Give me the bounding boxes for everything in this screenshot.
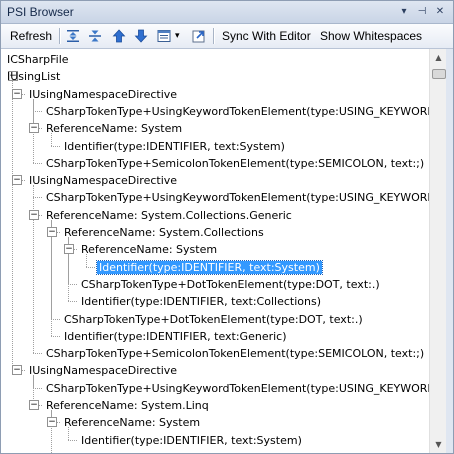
sync-with-editor-button[interactable]: Sync With Editor [222, 29, 311, 43]
vertical-scrollbar[interactable]: ▲ ▼ [429, 49, 447, 453]
tree-node[interactable]: CSharpTokenType+UsingKeywordTokenElement… [44, 103, 429, 120]
tree-expander-icon[interactable]: − [12, 175, 22, 185]
tree-node[interactable]: Identifier(type:IDENTIFIER, text:Collect… [79, 293, 323, 310]
tree-node[interactable]: CSharpTokenType+DotTokenElement(type:DOT… [62, 449, 365, 453]
show-whitespaces-button[interactable]: Show Whitespaces [320, 29, 422, 43]
tree-node-label: CSharpTokenType+DotTokenElement(type:DOT… [64, 313, 363, 326]
tree-node-label: ReferenceName: System [81, 243, 218, 256]
toolbar-separator [213, 28, 214, 44]
tree-node-label: Identifier(type:IDENTIFIER, text:Generic… [64, 330, 287, 343]
tree-node[interactable]: IUsingNamespaceDirective [27, 86, 179, 103]
tree-connector [51, 146, 60, 147]
tree-node[interactable]: CSharpTokenType+DotTokenElement(type:DOT… [79, 276, 382, 293]
tree-node-label: IUsingList [7, 70, 61, 83]
tree-node[interactable]: ReferenceName: System.Collections [62, 224, 266, 241]
tree-node[interactable]: Identifier(type:IDENTIFIER, text:Generic… [62, 328, 289, 345]
toolbar: Refresh ▾ Sync With Editor Show Whitespa… [1, 24, 453, 49]
scroll-down-icon[interactable]: ▼ [430, 436, 447, 453]
tree-expander-icon[interactable]: − [29, 123, 39, 133]
tree-node[interactable]: ReferenceName: System.Linq [44, 397, 211, 414]
arrow-down-icon[interactable] [133, 28, 149, 44]
tree-node-label: CSharpTokenType+UsingKeywordTokenElement… [46, 191, 429, 204]
tree-node[interactable]: Identifier(type:IDENTIFIER, text:System) [62, 138, 287, 155]
psi-browser-window: PSI Browser ▾ ⊣ ✕ Refresh ▾ Sync With Ed… [0, 0, 454, 454]
window-title: PSI Browser [7, 5, 74, 19]
tree-connector [33, 111, 42, 112]
tree-node[interactable]: ReferenceName: System [62, 414, 202, 431]
close-icon[interactable]: ✕ [433, 5, 447, 19]
tree-node[interactable]: IUsingNamespaceDirective [27, 172, 179, 189]
arrow-up-icon[interactable] [111, 28, 127, 44]
tree-connector [68, 301, 77, 302]
scroll-thumb[interactable] [432, 69, 446, 79]
tree-connector [33, 388, 42, 389]
tree-node-label: IUsingNamespaceDirective [29, 174, 178, 187]
tree-node-label: CSharpTokenType+SemicolonTokenElement(ty… [46, 347, 425, 360]
tree-node[interactable]: CSharpTokenType+UsingKeywordTokenElement… [44, 380, 429, 397]
window-frame-edge [446, 49, 453, 453]
view-icon[interactable] [156, 28, 172, 44]
tree-expander-icon[interactable]: − [64, 244, 74, 254]
tree-node[interactable]: CSharpTokenType+SemicolonTokenElement(ty… [44, 345, 426, 362]
tree-node-label: ReferenceName: System.Collections [64, 226, 264, 239]
tree-node-label: Identifier(type:IDENTIFIER, text:System) [96, 260, 323, 275]
tree-node[interactable]: Identifier(type:IDENTIFIER, text:System) [79, 432, 304, 449]
tree-node[interactable]: CSharpTokenType+SemicolonTokenElement(ty… [44, 155, 426, 172]
collapse-all-icon[interactable] [87, 28, 103, 44]
tree-expander-icon[interactable]: − [29, 210, 39, 220]
tree-expander-icon[interactable]: − [12, 365, 22, 375]
tree-node-label: IUsingNamespaceDirective [29, 88, 178, 101]
tree-node[interactable]: ICSharpFile [5, 51, 71, 68]
tree-node-label: ReferenceName: System.Linq [46, 399, 209, 412]
tree-node-label: Identifier(type:IDENTIFIER, text:System) [64, 140, 285, 153]
tree-node-label: CSharpTokenType+UsingKeywordTokenElement… [46, 105, 429, 118]
tree-node[interactable]: ReferenceName: System [79, 241, 219, 258]
tree-node[interactable]: IUsingList [5, 68, 62, 85]
tree-connector [33, 197, 42, 198]
tree-expander-icon[interactable]: − [47, 227, 57, 237]
toolbar-separator [59, 28, 60, 44]
psi-tree[interactable]: ICSharpFile − IUsingList − IUsingNamespaceDi… [1, 49, 429, 453]
view-dropdown-icon[interactable]: ▾ [175, 30, 180, 41]
tree-connector [51, 336, 60, 337]
title-bar[interactable]: PSI Browser ▾ ⊣ ✕ [1, 1, 453, 24]
pin-icon[interactable]: ⊣ [415, 5, 429, 19]
tree-node[interactable]: CSharpTokenType+DotTokenElement(type:DOT… [62, 311, 365, 328]
tree-connector [33, 163, 42, 164]
tree-connector [33, 353, 42, 354]
tree-node[interactable]: Identifier(type:IDENTIFIER, text:System) [96, 259, 323, 276]
tree-connector [86, 267, 95, 268]
tree-node[interactable]: CSharpTokenType+UsingKeywordTokenElement… [44, 189, 429, 206]
tree-node-label: ReferenceName: System [46, 122, 183, 135]
tree-node-label: CSharpTokenType+SemicolonTokenElement(ty… [46, 157, 425, 170]
tree-connector [68, 440, 77, 441]
tree-connector [68, 284, 77, 285]
tree-node[interactable]: ReferenceName: System.Collections.Generi… [44, 207, 294, 224]
tree-node-label: CSharpTokenType+DotTokenElement(type:DOT… [81, 278, 380, 291]
refresh-button[interactable]: Refresh [10, 29, 52, 43]
tree-expander-icon[interactable]: − [47, 417, 57, 427]
tree-expander-icon[interactable]: − [12, 89, 22, 99]
tree-node-label: ReferenceName: System.Collections.Generi… [46, 209, 292, 222]
tree-node-label: CSharpTokenType+DotTokenElement(type:DOT… [62, 451, 365, 453]
tree-expander-icon[interactable]: − [29, 400, 39, 410]
tree-node-label: ReferenceName: System [64, 416, 201, 429]
window-menu-icon[interactable]: ▾ [397, 5, 411, 19]
goto-icon[interactable] [191, 28, 207, 44]
tree-node[interactable]: IUsingNamespaceDirective [27, 362, 179, 379]
tree-node-label: IUsingNamespaceDirective [29, 364, 178, 377]
tree-node-label: ICSharpFile [7, 53, 69, 66]
tree-node-label: Identifier(type:IDENTIFIER, text:System) [81, 434, 302, 447]
tree-node-label: Identifier(type:IDENTIFIER, text:Collect… [81, 295, 321, 308]
scroll-up-icon[interactable]: ▲ [430, 49, 447, 66]
tree-node[interactable]: ReferenceName: System [44, 120, 184, 137]
tree-node-label: CSharpTokenType+UsingKeywordTokenElement… [46, 382, 429, 395]
tree-connector [51, 319, 60, 320]
expand-all-icon[interactable] [65, 28, 81, 44]
